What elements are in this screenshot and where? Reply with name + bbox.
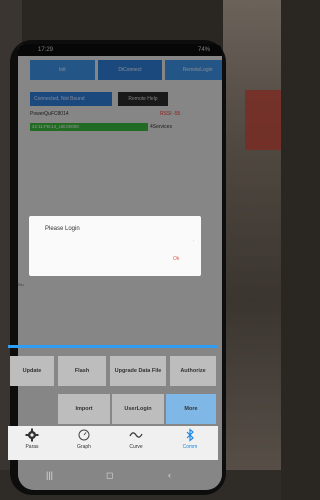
- update-button[interactable]: Update: [10, 356, 54, 386]
- nav-paras-label: Paras: [25, 444, 39, 450]
- user-login-button[interactable]: UserLogin: [112, 394, 164, 424]
- nav-comm[interactable]: Comm: [170, 428, 210, 450]
- nav-graph[interactable]: Graph: [64, 428, 104, 450]
- system-navigation: ||| ◻ ‹: [10, 468, 220, 488]
- dialog-title: Please Login: [45, 226, 80, 232]
- chevron-right-icon: ›: [193, 238, 195, 243]
- nav-curve[interactable]: Curve: [116, 428, 156, 450]
- authorize-button[interactable]: Authorize: [170, 356, 216, 386]
- wave-icon: [129, 432, 143, 438]
- ok-button[interactable]: Ok: [173, 256, 179, 262]
- more-button[interactable]: More: [166, 394, 216, 424]
- upgrade-data-file-button[interactable]: Upgrade Data File: [110, 356, 166, 386]
- background-object: [245, 90, 281, 150]
- nav-comm-label: Comm: [182, 444, 198, 450]
- login-dialog: Please Login › Ok: [29, 216, 201, 276]
- divider-line: [8, 345, 218, 348]
- nav-graph-label: Graph: [77, 444, 91, 450]
- bluetooth-icon: [186, 428, 194, 442]
- nav-curve-label: Curve: [129, 444, 143, 450]
- nav-paras[interactable]: Paras: [12, 428, 52, 450]
- flash-button[interactable]: Flash: [58, 356, 106, 386]
- back-icon[interactable]: ‹: [168, 470, 171, 480]
- home-icon[interactable]: ◻: [106, 470, 113, 481]
- gear-icon: [25, 428, 39, 442]
- gauge-icon: [78, 429, 90, 441]
- import-button[interactable]: Import: [58, 394, 110, 424]
- bottom-navigation: Paras Graph Curve Comm: [8, 426, 218, 460]
- recent-apps-icon[interactable]: |||: [46, 470, 53, 480]
- background-right: [223, 0, 281, 500]
